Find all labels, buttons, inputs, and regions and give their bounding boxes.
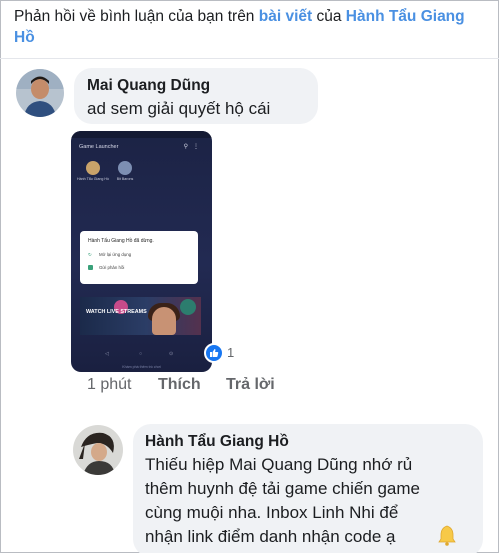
bell-emoji-icon xyxy=(436,524,458,551)
launcher-title: Game Launcher xyxy=(79,144,119,150)
comment-bubble-1: Mai Quang Dũng ad sem giải quyết hộ cái xyxy=(74,68,318,124)
dialog-title: Hành Tẩu Giang Hồ đã dừng. xyxy=(88,238,154,244)
reply-button[interactable]: Trả lời xyxy=(226,376,275,394)
app-label: Bit Barons xyxy=(116,177,134,181)
notification-middle: của xyxy=(312,8,346,25)
comment-bubble-2: Hành Tẩu Giang Hồ Thiếu hiệp Mai Quang D… xyxy=(133,424,483,553)
post-link[interactable]: bài viết xyxy=(259,8,312,25)
explore-more-text: Khám phá thêm trò chơi xyxy=(122,365,161,369)
comment-timestamp[interactable]: 1 phút xyxy=(87,376,131,394)
nav-back-icon: ◁ xyxy=(105,351,109,357)
live-streams-banner: WATCH LIVE STREAMS xyxy=(80,297,201,335)
reaction-count: 1 xyxy=(227,345,235,360)
comment-author[interactable]: Mai Quang Dũng xyxy=(87,77,210,95)
divider xyxy=(0,58,499,59)
like-button[interactable]: Thích xyxy=(158,376,201,394)
game-icon xyxy=(118,161,132,175)
feedback-icon xyxy=(88,265,93,271)
nav-home-icon: ○ xyxy=(139,351,143,357)
app-icon-hanh-tau-giang-ho: Hành Tẩu Giang Hồ xyxy=(75,161,111,182)
banner-text: WATCH LIVE STREAMS xyxy=(86,309,147,315)
comment-line: thêm huynh đệ tải game chiến game xyxy=(145,479,421,498)
attached-screenshot[interactable]: Game Launcher ⚲⋮ Hành Tẩu Giang Hồ Bit B… xyxy=(71,131,212,372)
reaction-summary[interactable]: 1 xyxy=(204,343,234,363)
game-icon xyxy=(86,161,100,175)
banner-portrait xyxy=(152,307,176,335)
avatar-hanh-tau-giang-ho[interactable] xyxy=(73,425,123,475)
comment-text: ad sem giải quyết hộ cái xyxy=(87,99,271,118)
like-icon xyxy=(204,343,224,363)
app-stopped-dialog: Hành Tẩu Giang Hồ đã dừng. ↻ Mở lại ứng d… xyxy=(80,231,198,284)
launcher-top-icons: ⚲⋮ xyxy=(183,144,204,150)
app-label: Hành Tẩu Giang Hồ xyxy=(77,177,109,181)
notification-prefix: Phản hồi về bình luận của bạn trên xyxy=(14,8,259,25)
status-bar xyxy=(71,131,212,138)
comment-author[interactable]: Hành Tẩu Giang Hồ xyxy=(145,433,289,451)
comment-line: nhận link điểm danh nhận code ạ xyxy=(145,527,396,546)
refresh-icon: ↻ xyxy=(88,252,92,258)
avatar-mai-quang-dung[interactable] xyxy=(16,69,64,117)
app-icon-bit-barons: Bit Barons xyxy=(107,161,143,182)
comment-line: Thiếu hiệp Mai Quang Dũng nhớ rủ xyxy=(145,455,413,474)
dialog-option-reopen: ↻ Mở lại ứng dụng xyxy=(88,252,132,258)
comment-line: cùng muội nha. Inbox Linh Nhi để xyxy=(145,503,399,522)
dialog-option-feedback: Gửi phản hồi xyxy=(88,265,124,271)
notification-header: Phản hồi về bình luận của bạn trên bài v… xyxy=(14,6,484,48)
nav-recent-icon: ⊙ xyxy=(169,351,174,357)
banner-orb xyxy=(180,299,196,315)
